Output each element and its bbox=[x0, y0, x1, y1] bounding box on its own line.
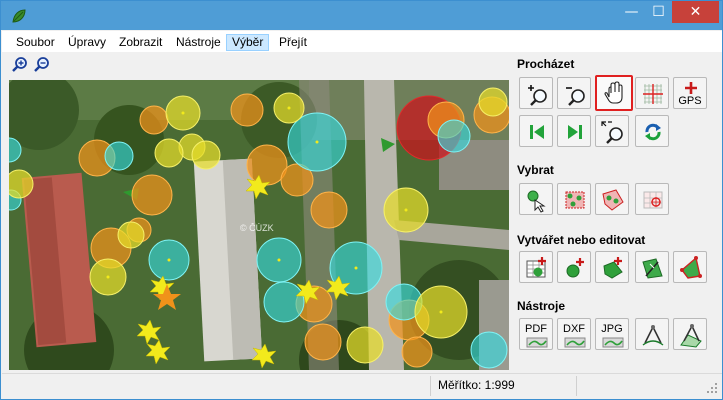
menu-bar: Soubor Úpravy Zobrazit Nástroje Výběr Př… bbox=[2, 31, 722, 53]
menu-soubor[interactable]: Soubor bbox=[10, 34, 61, 51]
map-marker-orange[interactable] bbox=[131, 174, 173, 216]
title-bar[interactable]: — ☐ ✕ bbox=[1, 1, 722, 30]
previous-extent-tool[interactable] bbox=[519, 115, 553, 147]
section-title-browse: Procházet bbox=[517, 57, 575, 71]
zoom-out-icon bbox=[34, 57, 49, 72]
close-button[interactable]: ✕ bbox=[672, 1, 719, 23]
tool-panel: Procházet GPS Vybrat Vytvářet nebo edito… bbox=[513, 53, 723, 371]
edit-vertices-tool[interactable] bbox=[673, 251, 707, 283]
zoom-in-icon bbox=[12, 57, 27, 72]
minimize-button[interactable]: — bbox=[618, 1, 645, 23]
zoom-in-button[interactable] bbox=[11, 56, 29, 74]
map-marker-cyan[interactable] bbox=[437, 119, 471, 153]
edit-polygon-icon bbox=[642, 258, 663, 279]
crosshair-grid-icon bbox=[643, 84, 663, 104]
map-view[interactable]: © ČÚZK bbox=[9, 80, 509, 370]
zoom-full-extent-icon bbox=[601, 121, 623, 144]
zoom-out-tool[interactable] bbox=[557, 77, 591, 109]
hand-icon bbox=[604, 81, 623, 104]
skip-forward-icon bbox=[568, 125, 582, 139]
refresh-icon bbox=[645, 123, 661, 141]
menu-upravy[interactable]: Úpravy bbox=[62, 34, 112, 51]
zoom-extent-tool[interactable] bbox=[595, 115, 629, 147]
menu-nastroje[interactable]: Nástroje bbox=[170, 34, 227, 51]
add-polygon-tool[interactable] bbox=[595, 251, 629, 283]
next-extent-tool[interactable] bbox=[557, 115, 591, 147]
measure-area-tool[interactable] bbox=[673, 318, 707, 350]
add-point-tool[interactable] bbox=[557, 251, 591, 283]
map-marker-orange[interactable] bbox=[230, 93, 264, 127]
export-jpg-tool[interactable]: JPG bbox=[595, 318, 629, 350]
map-marker-orange[interactable] bbox=[401, 336, 433, 368]
status-divider bbox=[430, 376, 431, 396]
status-divider bbox=[576, 376, 577, 396]
gps-tool[interactable]: GPS bbox=[673, 77, 707, 109]
measure-distance-tool[interactable] bbox=[635, 318, 669, 350]
compass-measure-icon bbox=[642, 325, 664, 346]
edit-polygon-tool[interactable] bbox=[635, 251, 669, 283]
section-title-create-edit: Vytvářet nebo editovat bbox=[517, 233, 646, 247]
map-marker-yellow[interactable] bbox=[117, 221, 145, 249]
select-polygon-tool[interactable] bbox=[595, 183, 629, 215]
zoom-out-icon bbox=[566, 87, 585, 106]
leaf-icon bbox=[12, 9, 26, 23]
select-grid-tool[interactable] bbox=[635, 183, 669, 215]
edit-vertices-icon bbox=[680, 256, 702, 279]
map-export-icon bbox=[526, 337, 548, 348]
select-polygon-icon bbox=[602, 189, 624, 211]
export-dxf-tool[interactable]: DXF bbox=[557, 318, 591, 350]
compass-area-icon bbox=[680, 324, 702, 348]
map-marker-yellow[interactable] bbox=[478, 87, 508, 117]
add-point-icon bbox=[566, 258, 584, 278]
map-marker-cyan[interactable] bbox=[104, 141, 134, 171]
select-point-tool[interactable] bbox=[519, 183, 553, 215]
menu-prejit[interactable]: Přejít bbox=[273, 34, 313, 51]
select-rectangle-tool[interactable] bbox=[557, 183, 591, 215]
map-canvas[interactable]: © ČÚZK bbox=[9, 80, 509, 370]
map-marker-cyan[interactable] bbox=[263, 281, 305, 323]
status-bar: Měřítko: 1:999 bbox=[2, 373, 722, 399]
scale-readout: Měřítko: 1:999 bbox=[438, 378, 515, 392]
add-table-record-tool[interactable] bbox=[519, 251, 553, 283]
select-rectangle-icon bbox=[565, 191, 585, 209]
app-window: — ☐ ✕ Soubor Úpravy Zobrazit Nástroje Vý… bbox=[0, 0, 723, 400]
map-export-icon bbox=[564, 337, 586, 348]
map-marker-orange[interactable] bbox=[304, 323, 342, 361]
section-title-tools: Nástroje bbox=[517, 299, 566, 313]
add-table-icon bbox=[526, 257, 546, 278]
map-marker-yellow[interactable] bbox=[346, 326, 384, 364]
menu-zobrazit[interactable]: Zobrazit bbox=[113, 34, 168, 51]
refresh-tool[interactable] bbox=[635, 115, 669, 147]
crosshair-tool[interactable] bbox=[635, 77, 669, 109]
resize-grip-icon[interactable] bbox=[706, 382, 718, 394]
menu-vyber[interactable]: Výběr bbox=[226, 34, 270, 51]
export-pdf-tool[interactable]: PDF bbox=[519, 318, 553, 350]
maximize-button[interactable]: ☐ bbox=[645, 1, 672, 23]
map-export-icon bbox=[602, 337, 624, 348]
map-marker-yellow[interactable] bbox=[154, 138, 184, 168]
map-marker-yellow[interactable] bbox=[191, 140, 221, 170]
skip-back-icon bbox=[530, 125, 544, 139]
map-marker-cyan[interactable] bbox=[470, 331, 508, 369]
zoom-in-tool[interactable] bbox=[519, 77, 553, 109]
select-grid-icon bbox=[643, 191, 663, 209]
map-marker-yellow[interactable] bbox=[9, 169, 34, 199]
zoom-out-button[interactable] bbox=[33, 56, 51, 74]
gps-label: GPS bbox=[678, 95, 702, 107]
zoom-in-icon bbox=[528, 85, 547, 106]
map-marker-orange[interactable] bbox=[310, 191, 348, 229]
pan-tool[interactable] bbox=[595, 75, 633, 111]
map-marker-orange[interactable] bbox=[139, 105, 169, 135]
select-pointer-icon bbox=[527, 190, 546, 213]
map-watermark: © ČÚZK bbox=[240, 223, 274, 233]
add-polygon-icon bbox=[603, 257, 623, 279]
section-title-select: Vybrat bbox=[517, 163, 554, 177]
